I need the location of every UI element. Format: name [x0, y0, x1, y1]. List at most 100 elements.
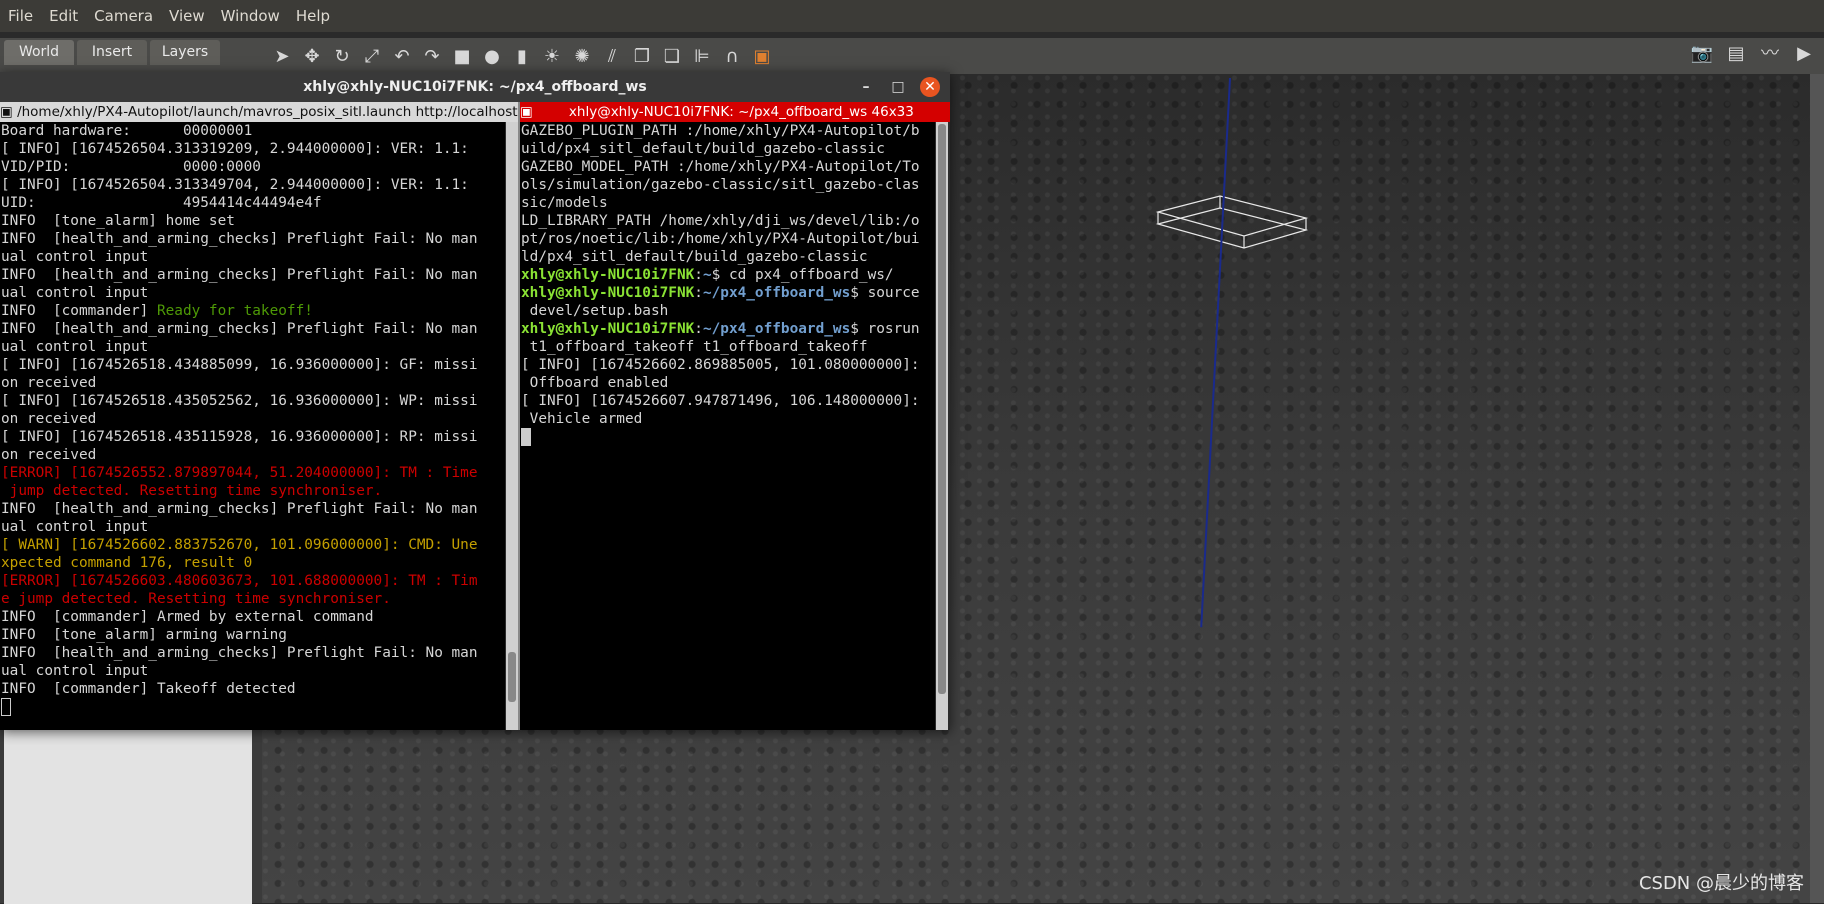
terminal-line: GAZEBO_MODEL_PATH :/home/xhly/PX4-Autopi… — [521, 159, 920, 175]
terminal-line: INFO [health_and_arming_checks] Prefligh… — [1, 645, 478, 661]
spot-light-icon[interactable]: ✺ — [570, 45, 594, 69]
terminal-line: jump detected. Resetting time synchronis… — [1, 483, 383, 499]
terminal-line: INFO [health_and_arming_checks] Prefligh… — [1, 267, 478, 283]
terminal-line: INFO [health_and_arming_checks] Prefligh… — [1, 321, 478, 337]
viewport-scrollbar[interactable] — [1810, 74, 1824, 903]
rotate-icon[interactable]: ↻ — [330, 45, 354, 69]
right-pane-header[interactable]: ▣ xhly@xhly-NUC10i7FNK: ~/px4_offboard_w… — [520, 102, 950, 122]
terminal-line: LD_LIBRARY_PATH /home/xhly/dji_ws/devel/… — [521, 213, 920, 229]
tab-layers[interactable]: Layers — [150, 40, 220, 65]
prompt-line: xhly@xhly-NUC10i7FNK:~/px4_offboard_ws$ … — [521, 321, 920, 337]
scale-icon[interactable]: ⤢ — [360, 45, 384, 69]
terminal-line: pt/ros/noetic/lib:/home/xhly/PX4-Autopil… — [521, 231, 920, 247]
terminal-line: [ INFO] [1674526518.435115928, 16.936000… — [1, 429, 478, 445]
menu-item-edit[interactable]: Edit — [41, 7, 86, 25]
plot-icon[interactable]: 〰 — [1758, 42, 1782, 66]
terminal-icon: ▣ — [520, 104, 533, 120]
terminal-line: Offboard enabled — [521, 375, 669, 391]
right-scrollbar[interactable] — [936, 122, 948, 730]
terminal-line: sic/models — [521, 195, 608, 211]
snap-icon[interactable]: ∩ — [720, 45, 744, 69]
maximize-button[interactable]: □ — [888, 77, 908, 97]
terminal-line: INFO [tone_alarm] arming warning — [1, 627, 287, 643]
menu-bar: File Edit Camera View Window Help — [0, 0, 1824, 32]
point-light-icon[interactable]: ☀ — [540, 45, 564, 69]
redo-icon[interactable]: ↷ — [420, 45, 444, 69]
terminal-line: on received — [1, 375, 97, 391]
terminal-line: UID: 4954414c44494e4f — [1, 195, 322, 211]
right-pane-title: xhly@xhly-NUC10i7FNK: ~/px4_offboard_ws … — [568, 104, 914, 120]
translate-icon[interactable]: ✥ — [300, 45, 324, 69]
menu-item-file[interactable]: File — [0, 7, 41, 25]
watermark: CSDN @晨少的博客 — [1638, 873, 1804, 894]
terminal-line: [ERROR] [1674526603.480603673, 101.68800… — [1, 573, 478, 589]
terminal-line: Vehicle armed — [521, 411, 643, 427]
left-pane-title: /home/xhly/PX4-Autopilot/launch/mavros_p… — [17, 104, 518, 120]
screenshot-camera-icon[interactable]: 📷 — [1690, 42, 1714, 66]
terminal-line: INFO [health_and_arming_checks] Prefligh… — [1, 231, 478, 247]
terminal-line: ual control input — [1, 339, 149, 355]
box-shape-icon[interactable]: ■ — [450, 45, 474, 69]
menu-item-help[interactable]: Help — [288, 7, 338, 25]
menu-item-view[interactable]: View — [161, 7, 213, 25]
terminal-line: [ INFO] [1674526607.947871496, 106.14800… — [521, 393, 920, 409]
change-view-icon[interactable]: ▣ — [750, 45, 774, 69]
panel-tabs: World Insert Layers — [4, 40, 220, 65]
terminal-line: devel/setup.bash — [521, 303, 669, 319]
terminal-line: ual control input — [1, 249, 149, 265]
terminal-line: [ INFO] [1674526602.869885005, 101.08000… — [521, 357, 920, 373]
terminal-line: Board hardware: 00000001 — [1, 123, 253, 139]
terminal-line: [ WARN] [1674526602.883752670, 101.09600… — [1, 537, 478, 553]
terminal-line: INFO [commander] Ready for takeoff! — [1, 303, 313, 319]
copy-icon[interactable]: ❐ — [630, 45, 654, 69]
left-scrollbar[interactable] — [506, 122, 518, 730]
terminal-line: xpected command 176, result 0 — [1, 555, 253, 571]
terminal-line: INFO [commander] Armed by external comma… — [1, 609, 374, 625]
window-titlebar[interactable]: xhly@xhly-NUC10i7FNK: ~/px4_offboard_ws … — [0, 72, 950, 102]
right-terminal-output[interactable]: GAZEBO_PLUGIN_PATH :/home/xhly/PX4-Autop… — [520, 122, 935, 730]
log-icon[interactable]: ▤ — [1724, 42, 1748, 66]
terminal-line: INFO [tone_alarm] home set — [1, 213, 235, 229]
tab-insert[interactable]: Insert — [77, 40, 147, 65]
prompt-line: xhly@xhly-NUC10i7FNK:~$ cd px4_offboard_… — [521, 267, 894, 283]
terminal-line: on received — [1, 411, 97, 427]
select-arrow-icon[interactable]: ➤ — [270, 45, 294, 69]
cursor — [1, 698, 11, 716]
terminal-line: ols/simulation/gazebo-classic/sitl_gazeb… — [521, 177, 920, 193]
window-title: xhly@xhly-NUC10i7FNK: ~/px4_offboard_ws — [303, 79, 647, 95]
terminal-line: [ INFO] [1674526504.313349704, 2.9440000… — [1, 177, 469, 193]
paste-icon[interactable]: ❏ — [660, 45, 684, 69]
terminal-line: INFO [commander] Takeoff detected — [1, 681, 296, 697]
terminal-line: GAZEBO_PLUGIN_PATH :/home/xhly/PX4-Autop… — [521, 123, 920, 139]
terminal-line: VID/PID: 0000:0000 — [1, 159, 261, 175]
terminal-line: e jump detected. Resetting time synchron… — [1, 591, 391, 607]
tool-buttons: ➤ ✥ ↻ ⤢ ↶ ↷ ■ ● ▮ ☀ ✺ ⫽ ❐ ❏ ⊫ ∩ ▣ — [270, 42, 774, 72]
menu-item-window[interactable]: Window — [213, 7, 288, 25]
video-record-icon[interactable]: ▶ — [1792, 42, 1816, 66]
tab-world[interactable]: World — [4, 40, 74, 65]
left-panel-content — [4, 714, 252, 904]
terminal-line: [ INFO] [1674526518.435052562, 16.936000… — [1, 393, 478, 409]
terminal-line: [ INFO] [1674526504.313319209, 2.9440000… — [1, 141, 469, 157]
prompt-line: xhly@xhly-NUC10i7FNK:~/px4_offboard_ws$ … — [521, 285, 920, 301]
right-tools: 📷 ▤ 〰 ▶ — [1690, 42, 1816, 66]
terminal-icon: ▣ — [0, 104, 13, 120]
terminal-line: t1_offboard_takeoff t1_offboard_takeoff — [521, 339, 868, 355]
directional-light-icon[interactable]: ⫽ — [600, 45, 624, 69]
terminal-line: ual control input — [1, 285, 149, 301]
terminal-line: [ERROR] [1674526552.879897044, 51.204000… — [1, 465, 478, 481]
cursor — [521, 428, 531, 446]
left-pane-header[interactable]: ▣ /home/xhly/PX4-Autopilot/launch/mavros… — [0, 102, 518, 122]
cylinder-shape-icon[interactable]: ▮ — [510, 45, 534, 69]
minimize-button[interactable]: – — [856, 77, 876, 97]
terminal-line: ld/px4_sitl_default/build_gazebo-classic — [521, 249, 868, 265]
terminal-line: ual control input — [1, 663, 149, 679]
terminal-line: INFO [health_and_arming_checks] Prefligh… — [1, 501, 478, 517]
undo-icon[interactable]: ↶ — [390, 45, 414, 69]
left-terminal-output[interactable]: Board hardware: 00000001 [ INFO] [1674526… — [0, 122, 505, 730]
sphere-shape-icon[interactable]: ● — [480, 45, 504, 69]
close-button[interactable]: ✕ — [920, 77, 940, 97]
menu-item-camera[interactable]: Camera — [86, 7, 161, 25]
align-icon[interactable]: ⊫ — [690, 45, 714, 69]
terminal-window[interactable]: xhly@xhly-NUC10i7FNK: ~/px4_offboard_ws … — [0, 72, 950, 730]
